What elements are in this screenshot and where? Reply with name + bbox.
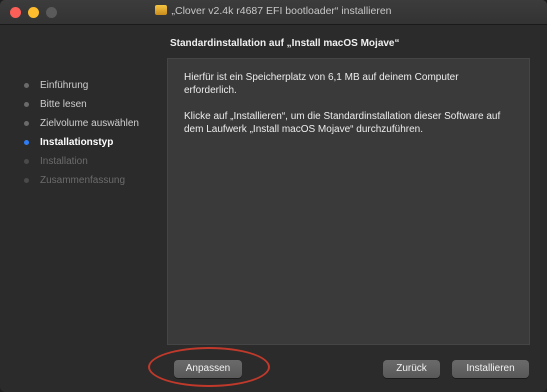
install-instruction-text: Klicke auf „Installieren“, um die Standa… bbox=[184, 111, 501, 135]
step-dot-icon bbox=[24, 121, 29, 126]
content-panel: Hierfür ist ein Speicherplatz von 6,1 MB… bbox=[167, 58, 530, 345]
step-dot-icon bbox=[24, 102, 29, 107]
space-requirement-text: Hierfür ist ein Speicherplatz von 6,1 MB… bbox=[184, 72, 459, 96]
window-title: „Clover v2.4k r4687 EFI bootloader“ inst… bbox=[171, 5, 392, 17]
step-dot-icon bbox=[24, 83, 29, 88]
step-label: Zusammenfassung bbox=[40, 175, 126, 186]
step-label: Einführung bbox=[40, 80, 89, 91]
page-heading: Standardinstallation auf „Install macOS … bbox=[170, 38, 400, 49]
step-label: Installationstyp bbox=[40, 137, 114, 148]
steps-sidebar: Einführung Bitte lesen Zielvolume auswäh… bbox=[20, 79, 160, 193]
back-button[interactable]: Zurück bbox=[383, 360, 440, 378]
step-einfuehrung: Einführung bbox=[20, 79, 160, 92]
title-bar: „Clover v2.4k r4687 EFI bootloader“ inst… bbox=[0, 0, 547, 25]
step-dot-icon bbox=[24, 178, 29, 183]
step-zusammenfassung: Zusammenfassung bbox=[20, 174, 160, 187]
customize-button[interactable]: Anpassen bbox=[174, 360, 242, 378]
step-label: Bitte lesen bbox=[40, 99, 87, 110]
step-bitte-lesen: Bitte lesen bbox=[20, 98, 160, 111]
step-label: Installation bbox=[40, 156, 88, 167]
step-dot-icon bbox=[24, 159, 29, 164]
install-button[interactable]: Installieren bbox=[452, 360, 529, 378]
package-icon bbox=[155, 5, 168, 15]
step-dot-icon bbox=[24, 140, 29, 145]
step-installationstyp: Installationstyp bbox=[20, 136, 160, 149]
step-zielvolume: Zielvolume auswählen bbox=[20, 117, 160, 130]
step-label: Zielvolume auswählen bbox=[40, 118, 139, 129]
installer-window: „Clover v2.4k r4687 EFI bootloader“ inst… bbox=[0, 0, 547, 392]
window-title-wrap: „Clover v2.4k r4687 EFI bootloader“ inst… bbox=[0, 5, 547, 17]
step-installation: Installation bbox=[20, 155, 160, 168]
